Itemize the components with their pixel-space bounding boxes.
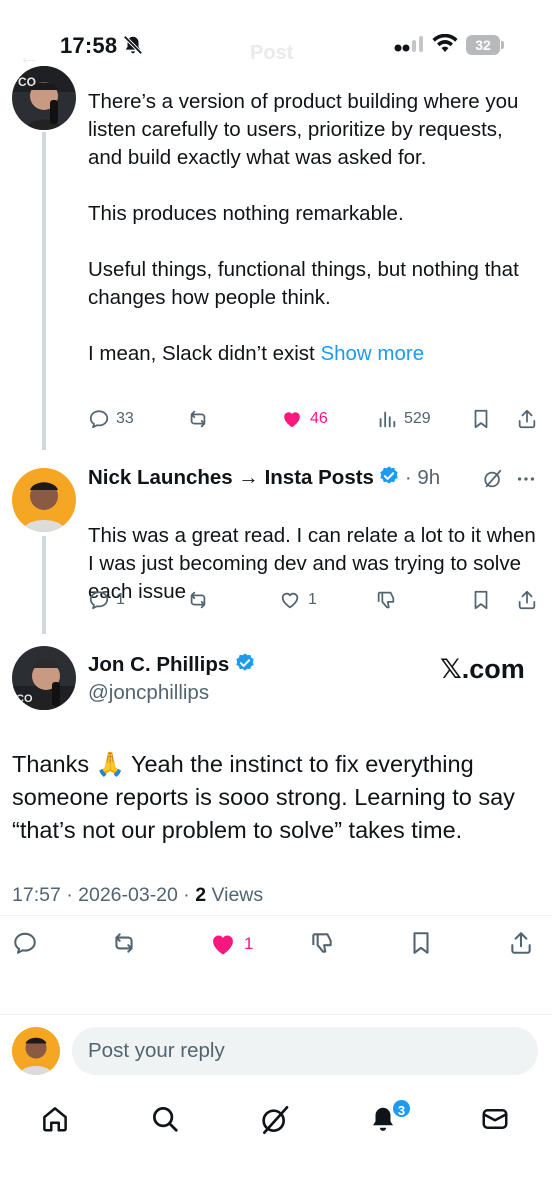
bookmark-button[interactable] <box>470 589 492 611</box>
parent-paragraph: Useful things, functional things, but no… <box>88 258 519 309</box>
like-count: 1 <box>244 934 254 953</box>
parent-paragraph: There’s a version of product building wh… <box>88 90 519 169</box>
parent-truncated-line: I mean, Slack didn’t exist Show more <box>88 340 538 368</box>
svg-text:CO: CO <box>16 693 33 705</box>
heart-filled-icon <box>284 412 300 428</box>
repost-button[interactable] <box>186 408 210 430</box>
verified-badge-icon <box>380 466 399 484</box>
parent-avatar[interactable]: CO <box>12 66 76 130</box>
bookmark-icon <box>474 409 488 429</box>
bookmark-button[interactable] <box>470 408 492 430</box>
show-more-link[interactable]: Show more <box>320 342 424 365</box>
views-number[interactable]: 2 <box>195 884 206 906</box>
parent-action-row: 33 46 529 <box>88 408 540 434</box>
reply-button[interactable] <box>12 930 38 956</box>
focused-action-row: 1 <box>12 930 540 960</box>
reply-input[interactable]: Post your reply <box>72 1027 538 1075</box>
focused-text-start: Thanks <box>12 751 96 777</box>
focused-post-text: Thanks 🙏 Yeah the instinct to fix everyt… <box>12 748 544 847</box>
focused-author-handle[interactable]: @joncphillips <box>88 681 209 705</box>
repost-icon <box>190 591 206 609</box>
dislike-button[interactable] <box>308 930 336 956</box>
focused-author-name-row: Jon C. Phillips <box>88 652 256 677</box>
like-count: 46 <box>310 410 328 427</box>
like-count: 1 <box>308 591 317 608</box>
reply-icon <box>14 932 36 954</box>
thumbs-down-icon <box>312 933 332 953</box>
share-icon <box>518 590 536 610</box>
like-button[interactable]: 1 <box>278 589 317 611</box>
bookmark-button[interactable] <box>408 930 434 956</box>
like-button[interactable]: 1 <box>208 930 253 958</box>
repost-button[interactable] <box>186 589 210 611</box>
header-title: Post <box>250 42 294 64</box>
post-timestamp: 17:57 · 2026-03-20 · <box>12 884 196 906</box>
cellular-signal-icon <box>394 36 424 59</box>
like-button[interactable]: 46 <box>280 408 328 430</box>
repost-button[interactable] <box>110 930 138 956</box>
more-options-icon[interactable] <box>514 468 538 495</box>
heart-outline-icon <box>281 592 299 609</box>
share-icon <box>511 932 531 954</box>
bookmark-icon <box>413 932 429 954</box>
grok-icon[interactable] <box>482 468 504 495</box>
divider <box>0 915 552 916</box>
reply-icon <box>89 410 109 429</box>
reply-action-row: 1 1 <box>88 589 540 615</box>
nav-grok-icon[interactable] <box>259 1104 291 1141</box>
parent-truncated-text: I mean, Slack didn’t exist <box>88 342 315 365</box>
reply-count: 33 <box>116 410 134 427</box>
divider <box>0 1014 552 1015</box>
repost-icon <box>190 410 206 428</box>
reply-author-name[interactable]: Nick Launches → Insta Posts <box>88 466 374 489</box>
reply-header: Nick Launches → Insta Posts · 9h <box>88 466 441 489</box>
silent-bell-icon <box>122 34 144 61</box>
status-time: 17:58 <box>60 33 118 58</box>
post-metadata: 17:57 · 2026-03-20 · 2 Views <box>12 884 263 907</box>
thread-line <box>42 536 46 634</box>
share-button[interactable] <box>516 589 538 611</box>
wifi-icon <box>432 33 458 59</box>
reply-button[interactable]: 1 <box>88 589 125 611</box>
dislike-button[interactable] <box>374 589 398 611</box>
thread-line <box>42 132 46 450</box>
focused-author-name[interactable]: Jon C. Phillips <box>88 653 229 676</box>
repost-icon <box>115 933 133 953</box>
parent-post-text: There’s a version of product building wh… <box>88 88 538 368</box>
reply-button[interactable]: 33 <box>88 408 134 430</box>
reply-time: 9h <box>417 466 441 489</box>
heart-filled-icon <box>213 935 233 955</box>
focused-author-avatar[interactable]: CO <box>12 646 76 710</box>
thumbs-down-icon <box>377 591 395 609</box>
views-count: 529 <box>404 410 431 427</box>
battery-nub <box>501 41 504 49</box>
nav-search-icon[interactable] <box>150 1104 180 1139</box>
reply-count: 1 <box>116 591 125 608</box>
reply-icon <box>89 591 109 610</box>
share-icon <box>518 409 536 429</box>
battery-indicator: 32 <box>466 35 500 55</box>
verified-badge-icon <box>235 653 254 671</box>
share-button[interactable] <box>508 930 534 956</box>
nav-home-icon[interactable] <box>40 1104 70 1139</box>
praying-hands-emoji: 🙏 <box>95 751 125 777</box>
views-chart-icon <box>379 411 396 428</box>
source-label: 𝕏.com <box>440 654 525 684</box>
share-button[interactable] <box>516 408 538 430</box>
views-label: Views <box>206 884 264 906</box>
notifications-badge: 3 <box>391 1098 412 1119</box>
my-avatar[interactable] <box>12 1027 60 1075</box>
parent-paragraph: This produces nothing remarkable. <box>88 202 404 225</box>
reply-author-avatar[interactable] <box>12 468 76 532</box>
bookmark-icon <box>474 590 488 610</box>
views-button[interactable]: 529 <box>376 408 431 430</box>
nav-messages-icon[interactable] <box>480 1104 510 1139</box>
